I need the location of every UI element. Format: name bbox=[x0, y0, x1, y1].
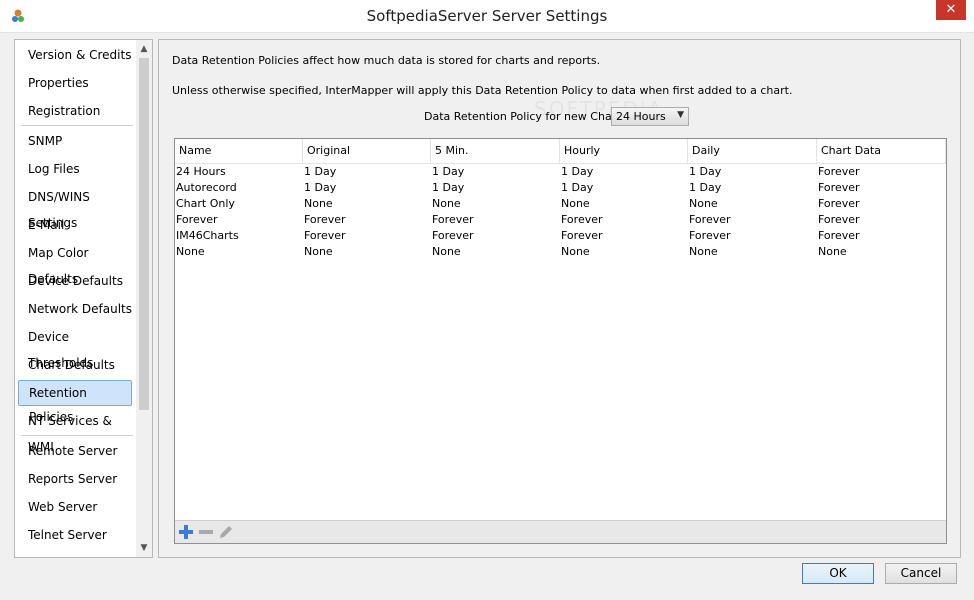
policy-select-value: 24 Hours bbox=[616, 110, 666, 123]
table-cell: Forever bbox=[818, 165, 860, 178]
table-cell: None bbox=[689, 245, 718, 258]
table-cell: Forever bbox=[176, 213, 218, 226]
table-row[interactable]: Forever Forever Forever Forever Forever Forev… bbox=[175, 212, 946, 228]
sidebar-item-version-credits[interactable]: Version & Credits bbox=[18, 42, 132, 68]
sidebar-separator bbox=[21, 125, 133, 126]
sidebar-item-email[interactable]: E-Mail bbox=[18, 212, 132, 238]
plus-icon[interactable] bbox=[178, 524, 194, 540]
table-cell: None bbox=[304, 245, 333, 258]
table-cell: 1 Day bbox=[304, 181, 337, 194]
window-title: SoftpediaServer Server Settings bbox=[366, 7, 608, 25]
sidebar-item-remote-server[interactable]: Remote Server bbox=[18, 438, 132, 464]
column-header[interactable]: 5 Min. bbox=[431, 139, 560, 163]
sidebar-item-dns-wins[interactable]: DNS/WINS Settings bbox=[18, 184, 132, 230]
table-row[interactable]: Autorecord 1 Day 1 Day 1 Day 1 Day Forever bbox=[175, 180, 946, 196]
table-cell: None bbox=[561, 245, 590, 258]
table-cell: None bbox=[818, 245, 847, 258]
cancel-button[interactable]: Cancel bbox=[885, 563, 957, 584]
sidebar-item-properties[interactable]: Properties bbox=[18, 70, 132, 96]
note-text: Unless otherwise specified, InterMapper … bbox=[172, 84, 793, 97]
scroll-up-icon[interactable]: ▲ bbox=[136, 42, 152, 56]
intro-text: Data Retention Policies affect how much … bbox=[172, 54, 601, 67]
column-header[interactable]: Name bbox=[175, 139, 303, 163]
settings-sidebar: Version & Credits Properties Registration S… bbox=[14, 39, 153, 558]
policy-label: Data Retention Policy for new Charts: bbox=[424, 110, 630, 123]
close-button[interactable]: ✕ bbox=[936, 0, 966, 20]
sidebar-item-registration[interactable]: Registration bbox=[18, 98, 132, 124]
column-header[interactable]: Hourly bbox=[560, 139, 688, 163]
table-cell: Autorecord bbox=[176, 181, 237, 194]
sidebar-item-device-thresholds[interactable]: Device Thresholds bbox=[18, 324, 132, 370]
table-cell: 1 Day bbox=[561, 165, 594, 178]
sidebar-item-retention-policies[interactable]: Retention Policies bbox=[18, 380, 132, 424]
sidebar-item-web-server[interactable]: Web Server bbox=[18, 494, 132, 520]
retention-table: Name Original 5 Min. Hourly Daily Chart Data … bbox=[174, 138, 947, 544]
table-row[interactable]: 24 Hours 1 Day 1 Day 1 Day 1 Day Forever bbox=[175, 164, 946, 180]
sidebar-item-snmp[interactable]: SNMP bbox=[18, 128, 132, 154]
table-cell: Forever bbox=[818, 229, 860, 242]
table-cell: Forever bbox=[432, 229, 474, 242]
title-bar: SoftpediaServer Server Settings ✕ bbox=[0, 0, 974, 33]
sidebar-item-network-defaults[interactable]: Network Defaults bbox=[18, 296, 132, 322]
table-cell: 1 Day bbox=[432, 165, 465, 178]
table-cell: 1 Day bbox=[561, 181, 594, 194]
sidebar-item-nt-services-wmi[interactable]: NT Services & WMI bbox=[18, 408, 132, 454]
table-cell: Forever bbox=[561, 229, 603, 242]
table-cell: 1 Day bbox=[689, 181, 722, 194]
table-row[interactable]: Chart Only None None None None Forever bbox=[175, 196, 946, 212]
ok-button[interactable]: OK bbox=[802, 563, 874, 584]
sidebar-item-device-defaults[interactable]: Device Defaults bbox=[18, 268, 132, 294]
table-toolbar bbox=[175, 520, 946, 543]
policy-select[interactable]: 24 Hours ▼ bbox=[611, 107, 689, 126]
table-cell: 1 Day bbox=[304, 165, 337, 178]
table-cell: 1 Day bbox=[689, 165, 722, 178]
table-cell: Forever bbox=[304, 229, 346, 242]
table-cell: None bbox=[432, 245, 461, 258]
table-cell: Forever bbox=[818, 197, 860, 210]
table-cell: Forever bbox=[818, 213, 860, 226]
table-cell: None bbox=[689, 197, 718, 210]
table-cell: Forever bbox=[689, 213, 731, 226]
table-row[interactable]: None None None None None None bbox=[175, 244, 946, 260]
sidebar-item-chart-defaults[interactable]: Chart Defaults bbox=[18, 352, 132, 378]
table-cell: None bbox=[561, 197, 590, 210]
table-cell: Forever bbox=[304, 213, 346, 226]
sidebar-item-log-files[interactable]: Log Files bbox=[18, 156, 132, 182]
retention-policies-panel: SOFTPEDIA Data Retention Policies affect… bbox=[158, 39, 961, 558]
table-cell: None bbox=[304, 197, 333, 210]
column-header[interactable]: Chart Data bbox=[817, 139, 946, 163]
table-cell: Forever bbox=[432, 213, 474, 226]
table-cell: Chart Only bbox=[176, 197, 235, 210]
scroll-down-icon[interactable]: ▼ bbox=[136, 541, 152, 555]
column-header[interactable]: Daily bbox=[688, 139, 817, 163]
table-cell: None bbox=[432, 197, 461, 210]
table-cell: Forever bbox=[561, 213, 603, 226]
scroll-thumb[interactable] bbox=[139, 58, 149, 410]
sidebar-item-reports-server[interactable]: Reports Server bbox=[18, 466, 132, 492]
sidebar-separator bbox=[21, 435, 133, 436]
table-cell: IM46Charts bbox=[176, 229, 239, 242]
table-cell: Forever bbox=[689, 229, 731, 242]
column-header[interactable]: Original bbox=[303, 139, 431, 163]
table-cell: 1 Day bbox=[432, 181, 465, 194]
sidebar-scrollbar[interactable]: ▲ ▼ bbox=[136, 40, 152, 557]
table-cell: None bbox=[176, 245, 205, 258]
chevron-down-icon: ▼ bbox=[677, 110, 684, 120]
pencil-icon[interactable] bbox=[218, 524, 234, 540]
table-row[interactable]: IM46Charts Forever Forever Forever Forever Fo… bbox=[175, 228, 946, 244]
table-header: Name Original 5 Min. Hourly Daily Chart Data bbox=[175, 139, 946, 164]
sidebar-item-telnet-server[interactable]: Telnet Server bbox=[18, 522, 132, 548]
table-cell: 24 Hours bbox=[176, 165, 226, 178]
table-cell: Forever bbox=[818, 181, 860, 194]
minus-icon[interactable] bbox=[198, 524, 214, 540]
sidebar-item-map-color-defaults[interactable]: Map Color Defaults bbox=[18, 240, 132, 286]
